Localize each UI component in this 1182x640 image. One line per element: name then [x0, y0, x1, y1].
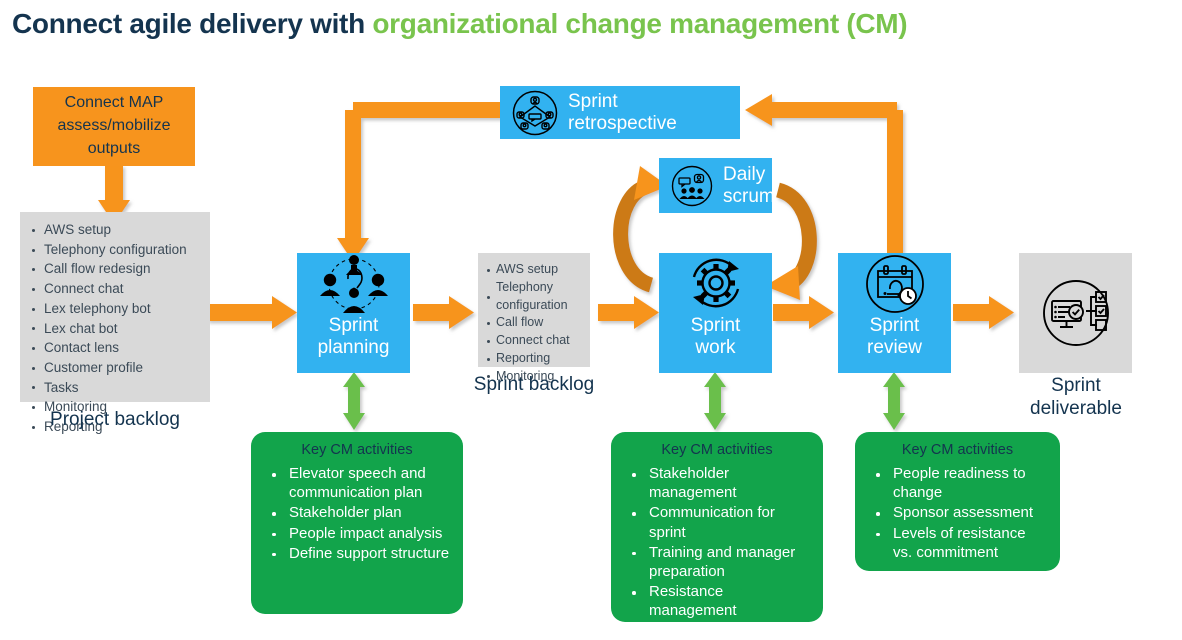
- list-item: Resistance management: [623, 582, 811, 620]
- list-item: Call flow redesign: [28, 259, 200, 279]
- list-item: AWS setup: [486, 261, 584, 279]
- list-item: Training and manager preparation: [623, 543, 811, 581]
- sprint-planning-label: Sprint planning: [317, 315, 390, 358]
- list-item: Call flow: [486, 314, 584, 332]
- list-item: Sponsor assessment: [867, 503, 1048, 522]
- arrow-backlog-to-planning: [207, 296, 297, 329]
- sprint-review-box[interactable]: Sprint review: [838, 253, 951, 373]
- list-item: Customer profile: [28, 358, 200, 378]
- title-part-primary: Connect agile delivery with: [12, 8, 373, 39]
- sprint-retrospective-label: Sprint retrospective: [568, 91, 677, 134]
- cm-activities-box-review: Key CM activities People readiness to ch…: [855, 432, 1060, 571]
- sprint-backlog-list: AWS setup Telephony configuration Call flo…: [486, 261, 584, 385]
- sprint-planning-box[interactable]: Sprint planning: [297, 253, 410, 373]
- list-item: Tasks: [28, 378, 200, 398]
- team-collaboration-icon: [317, 253, 391, 315]
- list-item: Connect chat: [486, 332, 584, 350]
- cm-activities-box-work: Key CM activities Stakeholder management…: [611, 432, 823, 622]
- connect-map-outputs-label: Connect MAP assess/mobilize outputs: [57, 94, 171, 157]
- cm-list-1: Elevator speech and communication plan St…: [263, 464, 451, 563]
- connect-map-outputs-box: Connect MAP assess/mobilize outputs: [33, 87, 195, 166]
- sprint-review-label: Sprint review: [867, 315, 922, 358]
- project-backlog-box: AWS setup Telephony configuration Call flo…: [20, 212, 210, 434]
- list-item: People impact analysis: [263, 524, 451, 543]
- list-item: Elevator speech and communication plan: [263, 464, 451, 502]
- arrow-planning-to-sprint-backlog: [413, 296, 474, 329]
- list-item: Levels of resistance vs. commitment: [867, 524, 1048, 562]
- project-backlog-caption: Project backlog: [50, 409, 180, 430]
- title-part-accent: organizational change management (CM): [372, 8, 908, 39]
- meeting-table-icon: [512, 90, 558, 136]
- sprint-backlog-caption: Sprint backlog: [473, 374, 595, 395]
- list-item: Define support structure: [263, 544, 451, 563]
- cm-title-2: Key CM activities: [661, 442, 773, 458]
- calendar-clock-icon: [863, 253, 927, 315]
- sprint-work-label: Sprint work: [690, 315, 741, 358]
- list-item: Telephony configuration: [486, 279, 584, 315]
- list-item: Stakeholder management: [623, 464, 811, 502]
- list-item: Lex chat bot: [28, 319, 200, 339]
- arrow-planning-to-cm-1: [343, 372, 365, 430]
- arrow-sprint-backlog-to-work: [598, 296, 659, 329]
- list-item: Telephony configuration: [28, 240, 200, 260]
- arrow-work-to-cm-2: [704, 372, 726, 430]
- cm-list-3: People readiness to change Sponsor assess…: [867, 464, 1048, 562]
- retro-line-1: Sprint: [568, 90, 618, 112]
- list-item: Communication for sprint: [623, 503, 811, 541]
- arrow-retrospective-to-planning: [337, 102, 503, 262]
- list-item: Connect chat: [28, 279, 200, 299]
- list-item: Lex telephony bot: [28, 299, 200, 319]
- list-item: Reporting: [486, 350, 584, 368]
- list-item: Contact lens: [28, 338, 200, 358]
- sprint-backlog-box: AWS setup Telephony configuration Call flo…: [478, 253, 590, 383]
- list-item: Stakeholder plan: [263, 503, 451, 522]
- arrow-review-to-cm-3: [883, 372, 905, 430]
- arrow-review-to-deliverable: [953, 296, 1014, 329]
- daily-scrum-label: Daily scrum: [723, 163, 775, 207]
- gear-cycle-icon: [682, 253, 750, 315]
- project-backlog-list: AWS setup Telephony configuration Call flo…: [28, 220, 200, 437]
- checklist-monitor-icon: [1033, 270, 1119, 356]
- sprint-retrospective-box[interactable]: Sprint retrospective: [500, 86, 740, 139]
- cm-title-1: Key CM activities: [301, 442, 413, 458]
- daily-scrum-box[interactable]: Daily scrum: [659, 158, 775, 213]
- sprint-work-box[interactable]: Sprint work: [659, 253, 772, 373]
- diagram-canvas: Connect agile delivery with organization…: [0, 0, 1182, 640]
- list-item: AWS setup: [28, 220, 200, 240]
- cm-list-2: Stakeholder management Communication for …: [623, 464, 811, 621]
- standup-group-icon: [671, 165, 713, 207]
- sprint-deliverable-box: [1019, 253, 1132, 373]
- sprint-deliverable-caption: Sprint deliverable: [1030, 375, 1122, 419]
- retro-line-2: retrospective: [568, 112, 677, 134]
- cm-title-3: Key CM activities: [901, 442, 1014, 458]
- page-title: Connect agile delivery with organization…: [12, 8, 1172, 40]
- arrow-work-to-review: [773, 296, 834, 329]
- cm-activities-box-planning: Key CM activities Elevator speech and co…: [251, 432, 463, 614]
- list-item: People readiness to change: [867, 464, 1048, 502]
